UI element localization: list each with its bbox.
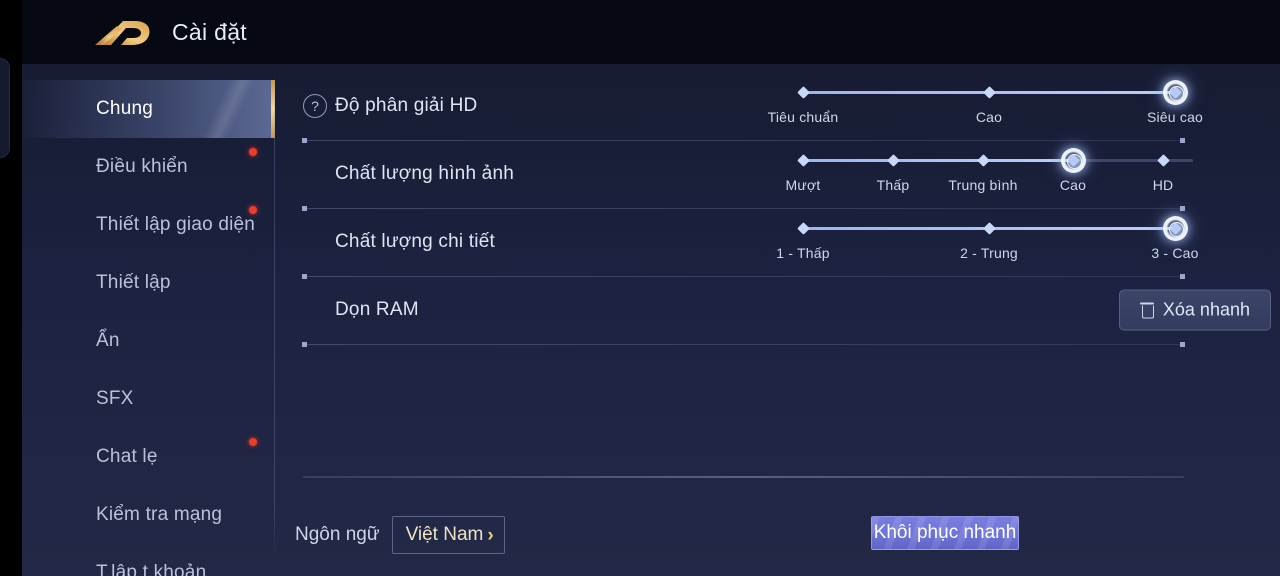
sidebar: Chung Điều khiển Thiết lập giao diện Thi…	[22, 64, 275, 576]
restore-defaults-button[interactable]: Khôi phục nhanh	[871, 516, 1019, 550]
sidebar-item-label: Ẩn	[96, 330, 120, 351]
setting-label: Độ phân giải HD	[335, 95, 478, 116]
slider-stop[interactable]	[982, 86, 996, 99]
chevron-right-icon: ›	[487, 524, 494, 546]
settings-screen: Cài đặt Chung Điều khiển Thiết lập giao …	[0, 0, 1280, 576]
slider-stop[interactable]	[982, 222, 996, 235]
notification-badge-dot	[249, 206, 257, 214]
sidebar-item-label: T.lập t.khoản	[96, 562, 207, 576]
sidebar-item-chung[interactable]: Chung	[22, 80, 275, 138]
slider-fill	[803, 159, 1073, 162]
slider-tick-label: 1 - Thấp	[776, 245, 830, 261]
clear-ram-button-label: Xóa nhanh	[1162, 299, 1250, 320]
sidebar-item-thiet-lap-giao-dien[interactable]: Thiết lập giao diện	[22, 196, 275, 254]
header-bar: Cài đặt	[0, 0, 1280, 64]
footer-divider	[303, 476, 1184, 478]
sidebar-item-thiet-lap[interactable]: Thiết lập	[22, 254, 275, 312]
language-dropdown[interactable]: Việt Nam ›	[391, 516, 505, 554]
setting-row-clear-ram: Dọn RAM Xóa nhanh	[275, 276, 1280, 344]
sidebar-item-label: SFX	[96, 388, 134, 409]
question-mark-icon[interactable]: ?	[303, 94, 327, 118]
sidebar-item-label: Chat lẹ	[96, 446, 158, 467]
slider-stop[interactable]	[796, 154, 810, 167]
slider-stop[interactable]	[886, 154, 900, 167]
slider-knob[interactable]	[1060, 148, 1086, 173]
sidebar-item-label: Thiết lập giao diện	[96, 214, 256, 235]
setting-row-image-quality: Chất lượng hình ảnh Mượt Thấp Trung bình…	[275, 140, 1280, 208]
setting-label: Chất lượng chi tiết	[335, 231, 495, 252]
edge-drawer-tab[interactable]	[0, 58, 10, 158]
trash-icon	[1139, 302, 1154, 319]
slider-tick-label: Thấp	[876, 177, 910, 193]
slider-tick-label: Trung bình	[948, 177, 1018, 193]
sidebar-item-label: Kiểm tra mạng	[96, 504, 223, 525]
resolution-slider[interactable]: Tiêu chuẩn Cao Siêu cao	[768, 80, 1203, 131]
page-title: Cài đặt	[172, 19, 247, 45]
slider-tick-label: Cao	[975, 109, 1003, 125]
slider-tick-label: Cao	[1059, 177, 1087, 193]
settings-content: ? Độ phân giải HD Tiêu chuẩn Cao Siêu ca…	[275, 64, 1280, 576]
image-quality-slider[interactable]: Mượt Thấp Trung bình Cao HD	[786, 148, 1193, 199]
sidebar-item-chat-le[interactable]: Chat lẹ	[22, 428, 275, 486]
language-selector: Ngôn ngữ Việt Nam ›	[295, 516, 505, 554]
slider-stop[interactable]	[796, 222, 810, 235]
setting-label: Chất lượng hình ảnh	[335, 163, 514, 184]
slider-stop[interactable]	[1156, 154, 1170, 167]
setting-label: Dọn RAM	[335, 299, 419, 320]
sidebar-item-an[interactable]: Ẩn	[22, 312, 275, 370]
game-logo-d-icon	[95, 21, 150, 45]
sidebar-item-kiem-tra-mang[interactable]: Kiểm tra mạng	[22, 486, 275, 544]
slider-stop[interactable]	[796, 86, 810, 99]
notification-badge-dot	[249, 438, 257, 446]
setting-row-detail-quality: Chất lượng chi tiết 1 - Thấp 2 - Trung 3…	[275, 208, 1280, 276]
sidebar-item-label: Điều khiển	[96, 156, 188, 177]
slider-tick-label: 3 - Cao	[1151, 245, 1199, 261]
sidebar-divider	[274, 70, 275, 560]
slider-tick-label: Tiêu chuẩn	[767, 109, 839, 125]
slider-tick-label: 2 - Trung	[960, 245, 1018, 261]
detail-quality-slider[interactable]: 1 - Thấp 2 - Trung 3 - Cao	[776, 216, 1198, 267]
slider-tick-label: Mượt	[785, 177, 821, 193]
slider-tick-label: Siêu cao	[1146, 109, 1204, 125]
sidebar-item-dieu-khien[interactable]: Điều khiển	[22, 138, 275, 196]
slider-stop[interactable]	[976, 154, 990, 167]
restore-defaults-label: Khôi phục nhanh	[873, 522, 1017, 543]
language-label: Ngôn ngữ	[295, 524, 380, 545]
clear-ram-button[interactable]: Xóa nhanh	[1118, 289, 1271, 331]
language-value: Việt Nam	[405, 524, 484, 545]
slider-knob[interactable]	[1162, 216, 1188, 241]
row-divider	[302, 342, 1185, 347]
notification-badge-dot	[249, 148, 257, 156]
sidebar-item-sfx[interactable]: SFX	[22, 370, 275, 428]
slider-knob[interactable]	[1162, 80, 1188, 105]
sidebar-item-tlap-tkhoan[interactable]: T.lập t.khoản	[22, 544, 275, 576]
sidebar-item-label: Chung	[96, 98, 153, 119]
slider-tick-label: HD	[1152, 177, 1174, 193]
setting-row-resolution: ? Độ phân giải HD Tiêu chuẩn Cao Siêu ca…	[275, 72, 1280, 140]
sidebar-item-label: Thiết lập	[96, 272, 171, 293]
